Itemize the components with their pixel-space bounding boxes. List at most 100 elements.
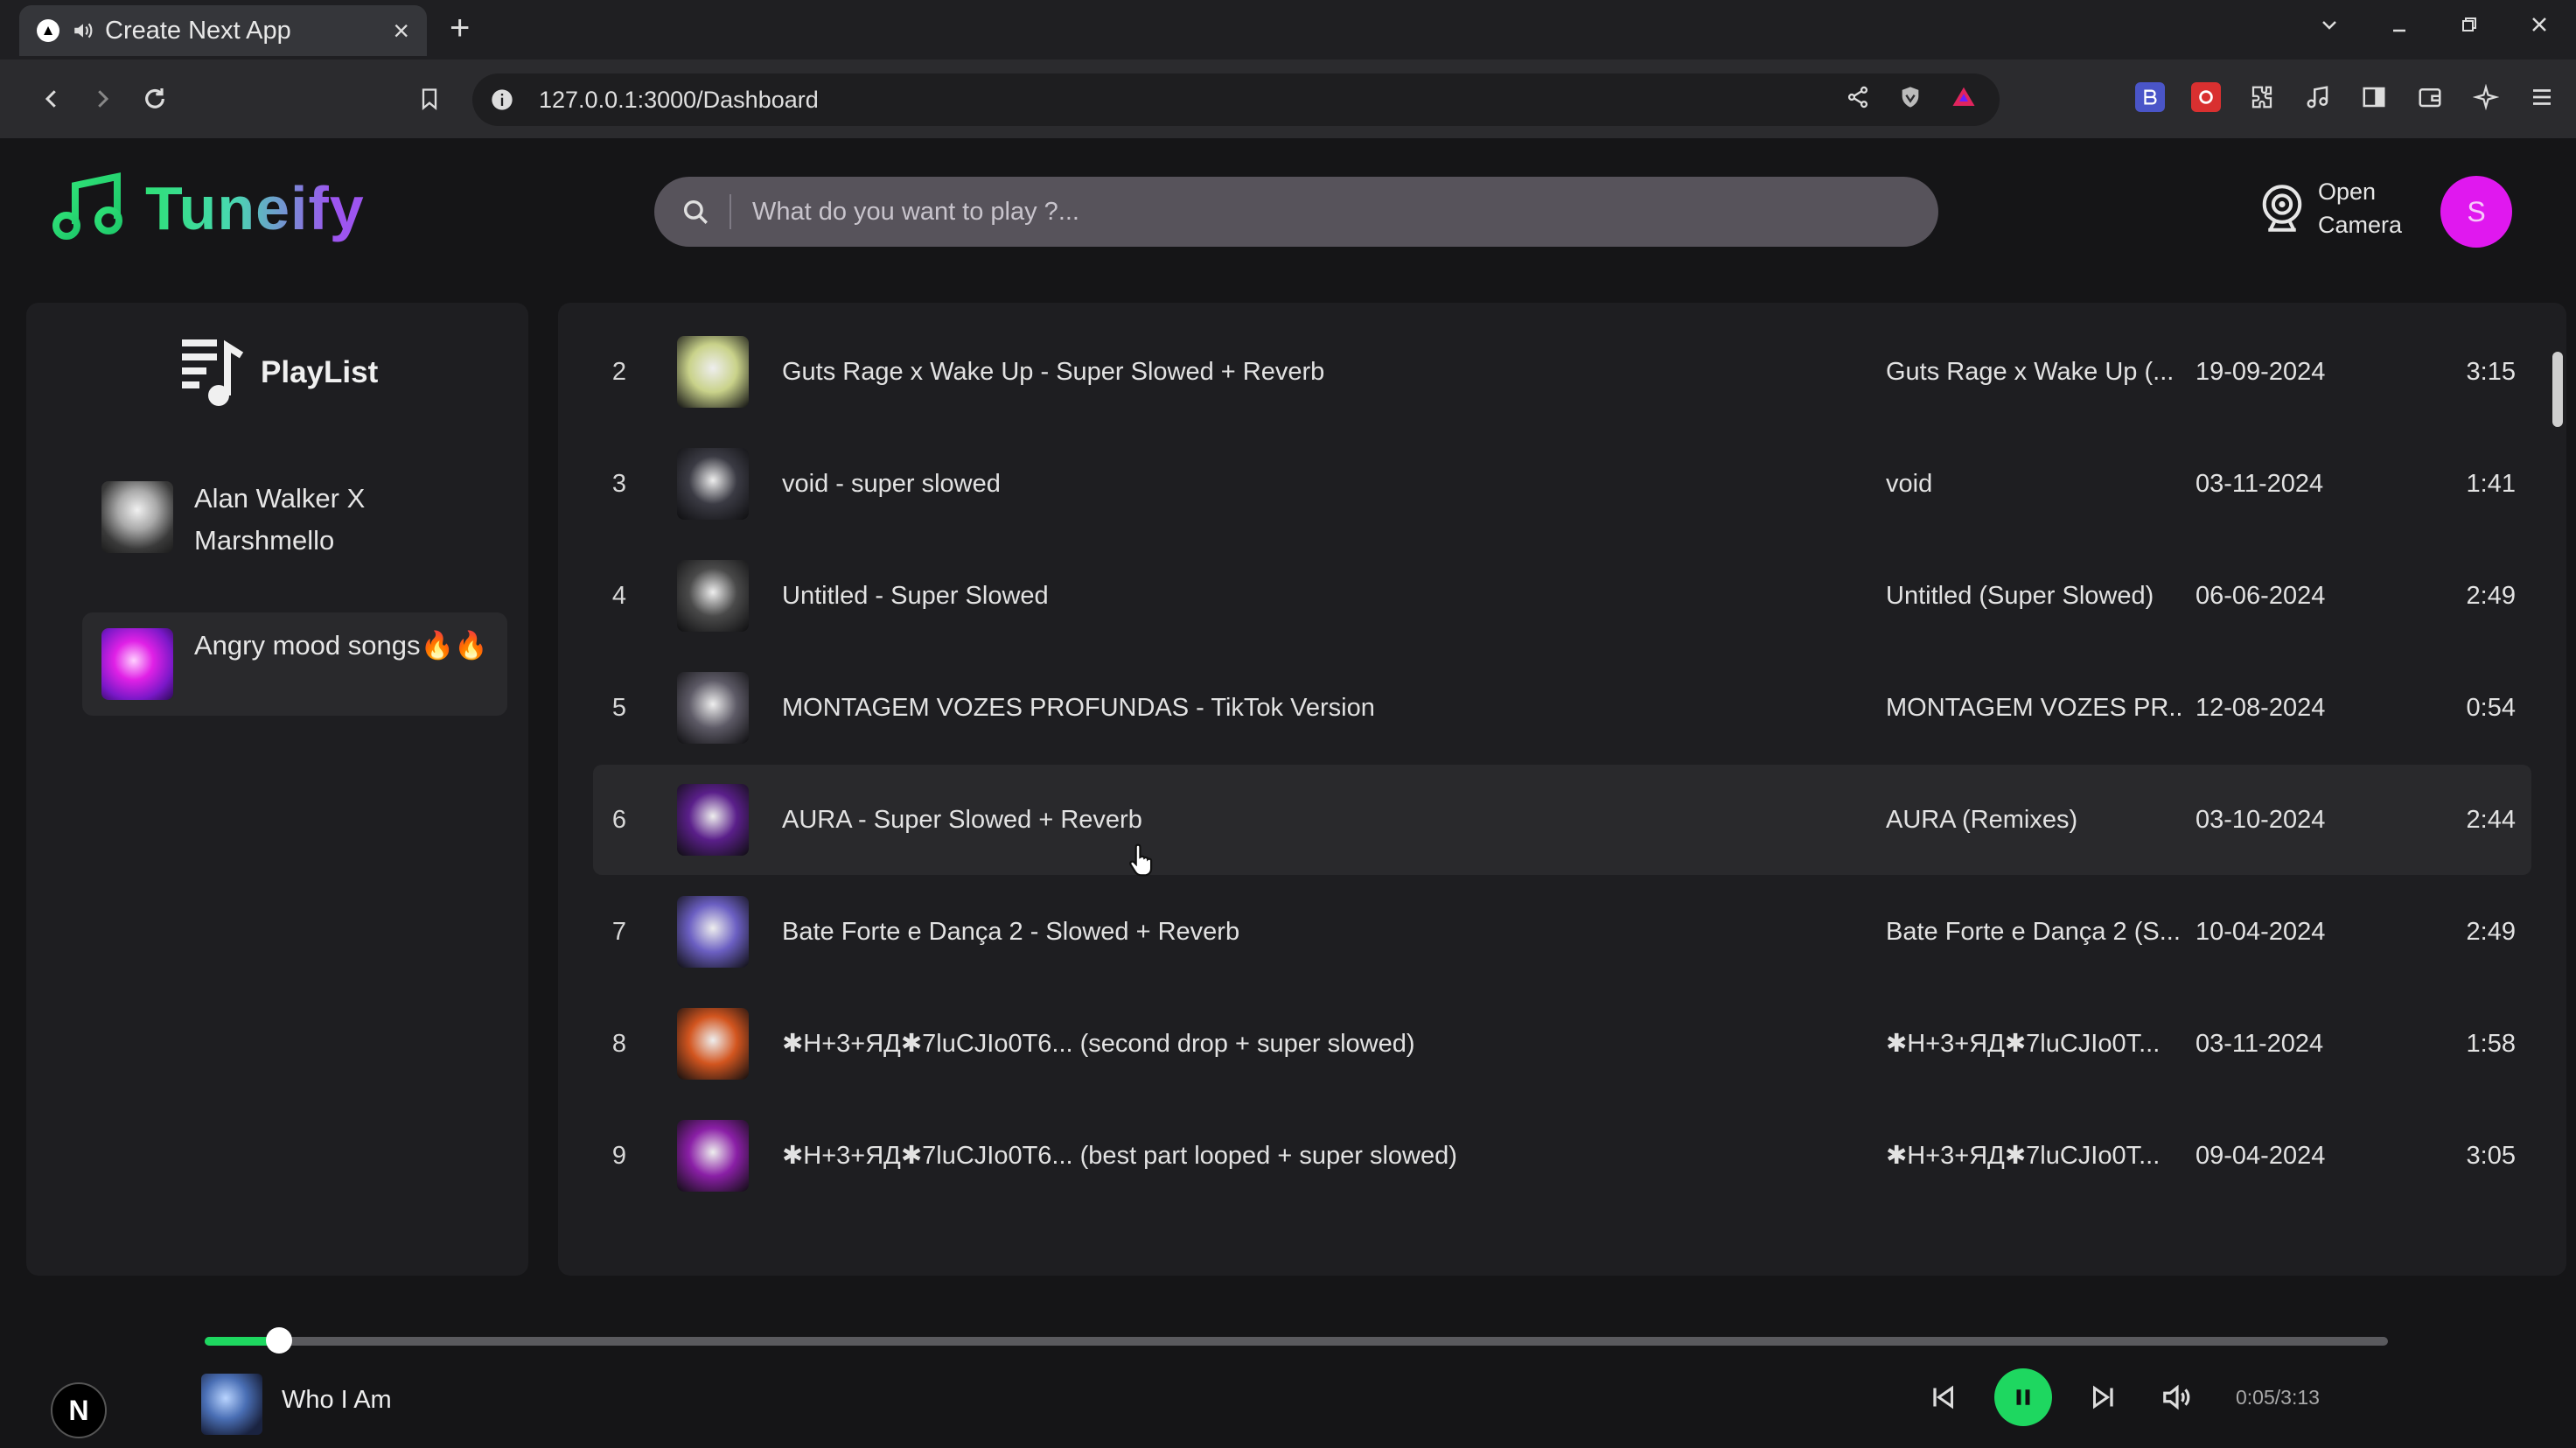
sidebar-toggle-icon[interactable] xyxy=(2359,82,2389,112)
now-playing-thumbnail xyxy=(201,1374,262,1435)
progress-bar[interactable] xyxy=(205,1327,2388,1354)
track-number: 5 xyxy=(611,694,627,722)
track-title: ✱H+3+ЯД✱7luCJIo0T6... (second drop + sup… xyxy=(782,1030,1415,1058)
track-thumbnail xyxy=(677,1008,749,1080)
song-list: 2 Guts Rage x Wake Up - Super Slowed + Re… xyxy=(558,303,2566,1276)
track-thumbnail xyxy=(677,896,749,968)
track-thumbnail xyxy=(677,560,749,632)
webcam-icon xyxy=(2258,182,2306,234)
vercel-favicon-icon: ▲ xyxy=(37,19,59,42)
playlist-item-alan-walker[interactable]: Alan Walker X Marshmello xyxy=(82,465,507,577)
track-album: Bate Forte e Dança 2 (S... xyxy=(1886,918,2181,946)
song-list-scrollbar[interactable] xyxy=(2552,352,2563,427)
playlist-name: Alan Walker X Marshmello xyxy=(194,483,366,556)
pause-button[interactable] xyxy=(1994,1368,2052,1426)
track-duration: 3:05 xyxy=(2466,1142,2516,1170)
site-info-icon[interactable] xyxy=(490,87,514,112)
volume-icon[interactable] xyxy=(2155,1375,2199,1419)
back-icon[interactable] xyxy=(31,79,72,119)
track-date: 09-04-2024 xyxy=(2196,1142,2326,1170)
playlist-thumbnail xyxy=(101,481,173,553)
extension-toolbar xyxy=(2135,82,2557,112)
song-row[interactable]: 5 MONTAGEM VOZES PROFUNDAS - TikTok Versi… xyxy=(593,653,2531,763)
search-bar[interactable] xyxy=(654,177,1938,247)
music-note-logo-icon xyxy=(51,171,128,245)
track-thumbnail xyxy=(677,1120,749,1192)
search-input[interactable] xyxy=(750,196,1938,227)
playlist-icon xyxy=(178,336,245,409)
new-tab-button[interactable]: + xyxy=(450,10,470,45)
minimize-icon[interactable] xyxy=(2387,12,2412,37)
track-duration: 1:41 xyxy=(2466,470,2516,498)
app-logo[interactable]: Tuneify xyxy=(51,171,365,245)
wallet-icon[interactable] xyxy=(2415,82,2445,112)
song-row[interactable]: 9 ✱H+3+ЯД✱7luCJIo0T6... (best part looped… xyxy=(593,1101,2531,1211)
song-row[interactable]: 3 void - super slowed void 03-11-2024 1:41 xyxy=(593,429,2531,539)
url-field[interactable]: 127.0.0.1:3000/Dashboard xyxy=(472,73,2000,126)
track-title: AURA - Super Slowed + Reverb xyxy=(782,806,1142,834)
track-thumbnail xyxy=(677,672,749,744)
reload-icon[interactable] xyxy=(135,79,175,119)
user-avatar[interactable]: S xyxy=(2440,176,2512,248)
track-number: 7 xyxy=(611,918,627,946)
track-title: Bate Forte e Dança 2 - Slowed + Reverb xyxy=(782,918,1240,946)
extension-red-icon[interactable] xyxy=(2191,82,2221,112)
playlist-item-angry-mood[interactable]: Angry mood songs🔥🔥 xyxy=(82,612,507,716)
track-album: ✱H+3+ЯД✱7luCJIo0T... xyxy=(1886,1142,2161,1170)
song-row[interactable]: 4 Untitled - Super Slowed Untitled (Super … xyxy=(593,541,2531,651)
next-dev-badge[interactable]: N xyxy=(51,1382,107,1438)
track-number: 9 xyxy=(611,1142,627,1170)
track-number: 6 xyxy=(611,806,627,834)
puzzle-icon[interactable] xyxy=(2247,82,2277,112)
extension-b-icon[interactable] xyxy=(2135,82,2165,112)
close-window-icon[interactable] xyxy=(2527,12,2552,37)
song-row[interactable]: 6 AURA - Super Slowed + Reverb AURA (Remix… xyxy=(593,765,2531,875)
track-number: 4 xyxy=(611,582,627,610)
player-bar: N Who I Am 0:05/3:13 xyxy=(0,1312,2576,1448)
track-album: ✱H+3+ЯД✱7luCJIo0T... xyxy=(1886,1030,2161,1058)
playlist-sidebar: PlayList Alan Walker X Marshmello Angry … xyxy=(26,303,528,1276)
brave-shield-icon[interactable] xyxy=(1898,85,1923,109)
track-date: 12-08-2024 xyxy=(2196,694,2326,722)
track-thumbnail xyxy=(677,784,749,856)
search-icon[interactable] xyxy=(681,197,710,227)
forward-icon[interactable] xyxy=(82,79,122,119)
bookmark-icon[interactable] xyxy=(409,79,450,119)
progress-handle[interactable] xyxy=(266,1327,292,1354)
share-icon[interactable] xyxy=(1846,85,1870,109)
track-title: void - super slowed xyxy=(782,470,1001,498)
browser-tab[interactable]: ▲ Create Next App × xyxy=(19,5,427,56)
leo-ai-icon[interactable] xyxy=(2471,82,2501,112)
media-icon[interactable] xyxy=(2303,82,2333,112)
restore-icon[interactable] xyxy=(2457,12,2482,37)
now-playing-title: Who I Am xyxy=(282,1386,392,1414)
brave-rewards-icon[interactable] xyxy=(1951,84,1977,110)
track-title: Untitled - Super Slowed xyxy=(782,582,1049,610)
track-number: 8 xyxy=(611,1030,627,1058)
previous-track-icon[interactable] xyxy=(1921,1375,1965,1419)
playlist-header: PlayList xyxy=(178,336,378,409)
track-album: AURA (Remixes) xyxy=(1886,806,2078,834)
song-row[interactable]: 8 ✱H+3+ЯД✱7luCJIo0T6... (second drop + su… xyxy=(593,989,2531,1099)
open-camera-button[interactable]: Open Camera xyxy=(2258,175,2409,241)
app-logo-text: Tuneify xyxy=(145,174,365,242)
window-controls xyxy=(2317,12,2552,37)
track-title: ✱H+3+ЯД✱7luCJIo0T6... (best part looped … xyxy=(782,1142,1457,1170)
playback-time: 0:05/3:13 xyxy=(2236,1385,2320,1409)
track-thumbnail xyxy=(677,448,749,520)
track-duration: 3:15 xyxy=(2466,358,2516,386)
track-number: 2 xyxy=(611,358,627,386)
song-row[interactable]: 2 Guts Rage x Wake Up - Super Slowed + Re… xyxy=(593,317,2531,427)
song-row[interactable]: 7 Bate Forte e Dança 2 - Slowed + Reverb B… xyxy=(593,877,2531,987)
track-duration: 0:54 xyxy=(2466,694,2516,722)
track-date: 03-10-2024 xyxy=(2196,806,2326,834)
tab-search-chevron-icon[interactable] xyxy=(2317,12,2342,37)
speaker-icon[interactable] xyxy=(72,19,94,42)
next-track-icon[interactable] xyxy=(2082,1375,2126,1419)
close-tab-icon[interactable]: × xyxy=(393,15,409,47)
track-date: 03-11-2024 xyxy=(2196,470,2324,498)
track-date: 19-09-2024 xyxy=(2196,358,2326,386)
browser-tab-bar: ▲ Create Next App × + xyxy=(0,0,2576,59)
track-title: MONTAGEM VOZES PROFUNDAS - TikTok Versio… xyxy=(782,694,1375,722)
menu-icon[interactable] xyxy=(2527,82,2557,112)
